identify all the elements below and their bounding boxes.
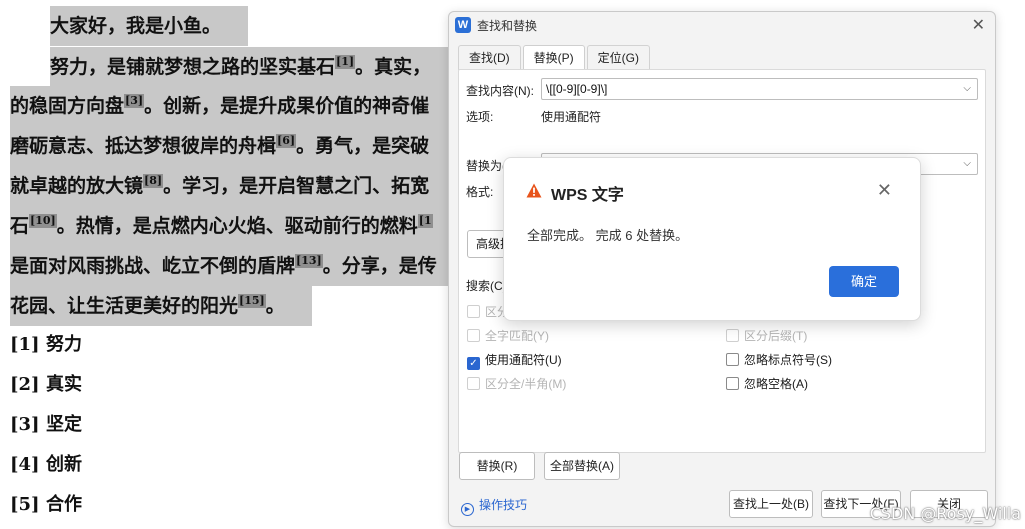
reference-text: 创新: [46, 454, 82, 475]
doc-line-greeting[interactable]: 大家好，我是小鱼。: [50, 6, 248, 46]
message-text: 全部完成。 完成 6 处替换。: [527, 228, 689, 243]
match-suffix-checkbox[interactable]: 区分后缀(T): [726, 328, 807, 346]
check-icon: ✓: [467, 357, 480, 370]
use-wildcards-checkbox[interactable]: ✓ 使用通配符(U): [467, 352, 562, 370]
find-input[interactable]: \[[0-9][0-9]\] ⌵: [541, 78, 978, 100]
doc-line-4[interactable]: 磨砺意志、抵达梦想彼岸的舟楫[6]。勇气，是突破: [10, 126, 450, 166]
doc-text: 。学习，是开启智慧之门、拓宽: [163, 175, 430, 197]
ignore-space-checkbox[interactable]: 忽略空格(A): [726, 376, 808, 394]
reference-number: [3]: [10, 414, 40, 435]
citation-mark: [3]: [124, 94, 145, 108]
find-label: 查找内容(N):: [466, 84, 534, 98]
reference-number: [4]: [10, 454, 40, 475]
checkbox-label: 区分全/半角(M): [485, 377, 567, 391]
doc-text: 是面对风雨挑战、屹立不倒的盾牌: [10, 255, 296, 277]
reference-item[interactable]: [2] 真实: [10, 365, 86, 405]
doc-line-7[interactable]: 是面对风雨挑战、屹立不倒的盾牌[13]。分享，是传: [10, 246, 450, 286]
checkbox-label: 忽略空格(A): [744, 377, 808, 391]
message-title: WPS 文字: [551, 187, 624, 204]
chevron-down-icon[interactable]: ⌵: [963, 79, 971, 99]
doc-text: 。勇气，是突破: [296, 135, 430, 157]
checkbox-label: 忽略标点符号(S): [744, 353, 832, 367]
doc-line-2[interactable]: 努力，是铺就梦想之路的坚实基石[1]。真实，: [50, 47, 450, 87]
completion-message-box: WPS 文字 ✕ 全部完成。 完成 6 处替换。 确定: [503, 157, 921, 321]
find-input-value: \[[0-9][0-9]\]: [546, 82, 608, 96]
doc-text: 。分享，是传: [322, 255, 437, 277]
doc-text: 。真实，: [355, 56, 432, 78]
doc-text: 花园、让生活更美好的阳光: [10, 295, 239, 317]
close-icon[interactable]: ✕: [877, 180, 892, 201]
replace-all-button[interactable]: 全部替换(A): [544, 452, 620, 480]
warning-icon: [526, 183, 542, 198]
doc-line-3[interactable]: 的稳固方向盘[3]。创新，是提升成果价值的神奇催: [10, 86, 450, 126]
format-label: 格式:: [466, 185, 494, 199]
watermark: CSDN @Rosy_Willa: [869, 504, 1021, 523]
checkbox-label: 区分后缀(T): [744, 329, 808, 343]
reference-text: 坚定: [46, 414, 82, 435]
reference-item[interactable]: [3] 坚定: [10, 405, 86, 445]
doc-text: 。: [265, 295, 285, 317]
tab-bar: 查找(D) 替换(P) 定位(G): [458, 45, 652, 70]
find-previous-button[interactable]: 查找上一处(B): [729, 490, 813, 518]
doc-line-6[interactable]: 石[10]。热情，是点燃内心火焰、驱动前行的燃料[1: [10, 206, 450, 246]
checkbox-box: [467, 305, 480, 318]
checkbox-label: 全字匹配(Y): [485, 329, 549, 343]
reference-item[interactable]: [4] 创新: [10, 445, 86, 485]
chevron-down-icon[interactable]: ⌵: [963, 154, 971, 174]
checkbox-box: [726, 377, 739, 390]
doc-text: 石: [10, 215, 30, 237]
tips-label: 操作技巧: [479, 498, 528, 512]
doc-text: 努力，是铺就梦想之路的坚实基石: [50, 56, 336, 78]
citation-mark: [10]: [29, 214, 57, 228]
doc-text: 就卓越的放大镜: [10, 175, 144, 197]
options-value: 使用通配符: [541, 110, 602, 124]
citation-mark: [15]: [238, 294, 266, 308]
replace-label: 替换为(: [466, 159, 506, 173]
doc-line-5[interactable]: 就卓越的放大镜[8]。学习，是开启智慧之门、拓宽: [10, 166, 450, 206]
reference-text: 合作: [46, 494, 82, 515]
tab-goto[interactable]: 定位(G): [586, 45, 650, 70]
doc-text: 。热情，是点燃内心火焰、驱动前行的燃料: [56, 215, 418, 237]
doc-line-8[interactable]: 花园、让生活更美好的阳光[15]。: [10, 286, 312, 326]
doc-text: 的稳固方向盘: [10, 95, 125, 117]
reference-item[interactable]: [5] 合作: [10, 485, 86, 525]
doc-text: 磨砺意志、抵达梦想彼岸的舟楫: [10, 135, 277, 157]
reference-item[interactable]: [1] 努力: [10, 325, 86, 365]
options-label: 选项:: [466, 110, 494, 124]
whole-word-checkbox[interactable]: 全字匹配(Y): [467, 328, 549, 346]
reference-text: 努力: [46, 334, 82, 355]
full-half-width-checkbox[interactable]: 区分全/半角(M): [467, 376, 566, 394]
checkbox-box: [726, 329, 739, 342]
search-direction-label: 搜索(C): [466, 279, 507, 293]
checkbox-box: [467, 377, 480, 390]
reference-number: [5]: [10, 494, 40, 515]
replace-button[interactable]: 替换(R): [459, 452, 535, 480]
play-icon: ▶: [461, 503, 474, 516]
citation-mark: [8]: [143, 174, 164, 188]
citation-mark: [1]: [335, 55, 356, 69]
dialog-title: 查找和替换: [477, 19, 538, 33]
ignore-punctuation-checkbox[interactable]: 忽略标点符号(S): [726, 352, 832, 370]
tab-replace[interactable]: 替换(P): [522, 45, 585, 70]
doc-text: 。创新，是提升成果价值的神奇催: [144, 95, 430, 117]
reference-text: 真实: [46, 374, 82, 395]
citation-mark: [13]: [295, 254, 323, 268]
citation-mark: [6]: [276, 134, 297, 148]
reference-number: [2]: [10, 374, 40, 395]
ok-button[interactable]: 确定: [829, 266, 899, 297]
doc-text: 大家好，我是小鱼。: [50, 15, 222, 37]
reference-number: [1]: [10, 334, 40, 355]
checkbox-label: 使用通配符(U): [485, 353, 562, 367]
checkbox-box: [726, 353, 739, 366]
tips-link[interactable]: ▶ 操作技巧: [461, 496, 527, 516]
close-icon[interactable]: ✕: [972, 15, 985, 35]
wps-writer-icon: W: [455, 17, 471, 33]
checkbox-box: [467, 329, 480, 342]
tab-find[interactable]: 查找(D): [458, 45, 521, 70]
citation-mark: [1: [417, 214, 433, 228]
